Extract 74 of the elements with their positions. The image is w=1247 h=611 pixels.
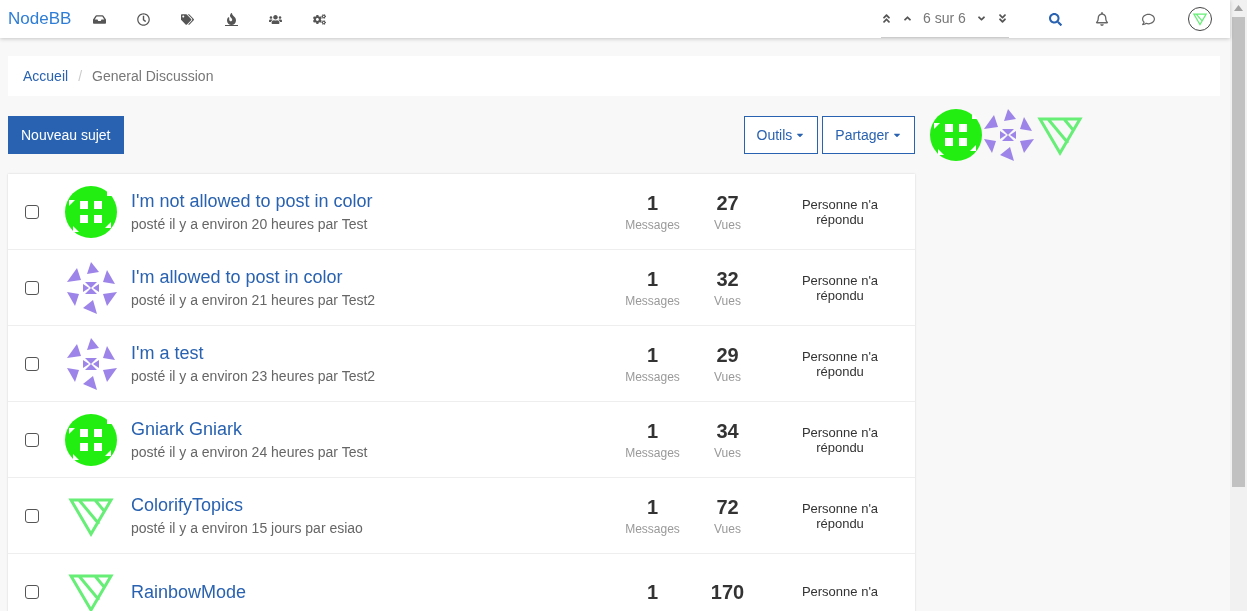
- post-count-label: Messages: [625, 292, 680, 310]
- last-reply-text: Personne n'a répondu: [800, 424, 880, 455]
- last-page-icon[interactable]: [996, 13, 1008, 24]
- topic-title-link[interactable]: I'm a test: [131, 340, 615, 365]
- post-count: 1: [646, 494, 659, 520]
- brand-link[interactable]: NodeBB: [8, 6, 72, 32]
- topic-title-link[interactable]: RainbowMode: [131, 579, 615, 604]
- topic-title-link[interactable]: ColorifyTopics: [131, 492, 615, 517]
- last-reply-text: Personne n'a répondu: [800, 500, 880, 531]
- avatar-icon: [65, 261, 117, 314]
- topic-meta: posté il y a environ 15 jours par esiao: [131, 518, 364, 538]
- avatar-icon: [65, 337, 117, 390]
- last-reply-text: Personne n'a répondu: [800, 272, 880, 303]
- topic-checkbox[interactable]: [24, 584, 39, 599]
- post-count-label: Messages: [625, 520, 680, 538]
- post-count-label: Messages: [625, 444, 680, 462]
- avatar-icon: [65, 413, 117, 466]
- user-avatar[interactable]: [1188, 7, 1212, 31]
- previous-page-icon[interactable]: [902, 13, 913, 24]
- avatar-icon: [982, 109, 1034, 161]
- fire-icon[interactable]: [225, 12, 239, 26]
- first-page-icon[interactable]: [881, 13, 892, 24]
- topic-checkbox[interactable]: [24, 280, 39, 295]
- view-count: 34: [716, 418, 739, 444]
- scrollbar[interactable]: [1230, 0, 1247, 611]
- topic-meta: posté il y a environ 23 heures par Test2: [131, 366, 377, 386]
- page-counter: 6 sur 6: [923, 9, 966, 28]
- topic-checkbox[interactable]: [24, 432, 39, 447]
- topic-checkbox[interactable]: [24, 508, 39, 523]
- breadcrumb-separator: /: [78, 66, 83, 86]
- notifications-icon[interactable]: [1095, 12, 1109, 26]
- search-icon[interactable]: [1049, 12, 1062, 26]
- post-count: 1: [646, 190, 659, 216]
- dropdown-button[interactable]: Outils: [743, 116, 819, 154]
- next-page-icon[interactable]: [975, 13, 987, 24]
- breadcrumb-current: General Discussion: [92, 66, 214, 86]
- last-reply-text: Personne n'a répondu: [800, 348, 880, 379]
- view-count: 170: [710, 579, 745, 605]
- topic-title-link[interactable]: I'm not allowed to post in color: [131, 188, 615, 213]
- dropdown-button[interactable]: Partager: [822, 116, 915, 154]
- tags-icon[interactable]: [181, 12, 195, 26]
- view-count: 29: [716, 342, 739, 368]
- view-count-label: Vues: [714, 368, 741, 386]
- post-count: 1: [646, 266, 659, 292]
- view-count-label: Vues: [714, 444, 741, 462]
- topic-title-link[interactable]: I'm allowed to post in color: [131, 264, 615, 289]
- topic-checkbox[interactable]: [24, 204, 39, 219]
- post-count: 1: [646, 418, 659, 444]
- view-count-label: Vues: [714, 292, 741, 310]
- view-count-label: Vues: [714, 520, 741, 538]
- topic-meta: posté il y a environ 21 heures par Test2: [131, 290, 377, 310]
- post-count: 1: [646, 342, 659, 368]
- new-topic-button[interactable]: Nouveau sujet: [8, 116, 124, 154]
- view-count: 72: [716, 494, 739, 520]
- gears-icon[interactable]: [313, 12, 327, 26]
- view-count-label: Vues: [714, 216, 741, 234]
- inbox-icon[interactable]: [93, 12, 107, 26]
- chat-icon[interactable]: [1142, 12, 1155, 26]
- topic-meta: posté il y a environ 24 heures par Test: [131, 442, 369, 462]
- topic-title-link[interactable]: Gniark Gniark: [131, 416, 615, 441]
- topic-checkbox[interactable]: [24, 356, 39, 371]
- users-icon[interactable]: [269, 12, 283, 26]
- post-count-label: Messages: [625, 216, 680, 234]
- view-count: 32: [716, 266, 739, 292]
- view-count: 27: [716, 190, 739, 216]
- post-count-label: Messages: [625, 368, 680, 386]
- clock-icon[interactable]: [137, 12, 151, 26]
- breadcrumb-link[interactable]: Accueil: [23, 65, 69, 87]
- topic-meta: posté il y a environ 20 heures par Test: [131, 214, 369, 234]
- post-count: 1: [646, 579, 659, 605]
- avatar-icon: [930, 109, 982, 161]
- last-reply-text: Personne n'a: [800, 584, 880, 599]
- avatar-icon: [65, 185, 117, 238]
- last-reply-text: Personne n'a répondu: [800, 196, 880, 227]
